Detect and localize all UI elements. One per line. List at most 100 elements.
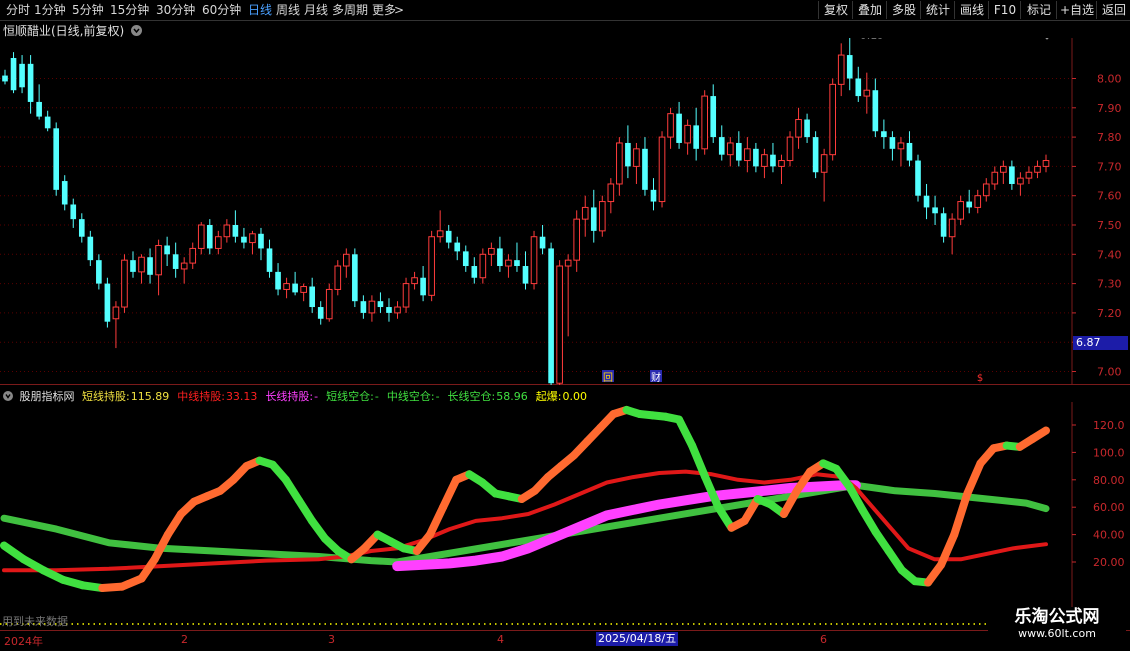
candle-body-up xyxy=(863,89,871,97)
period-tab-6[interactable]: 日线 xyxy=(248,2,272,18)
candle-body-down xyxy=(471,266,478,278)
short-hold-segment xyxy=(1028,426,1050,443)
period-tab-3[interactable]: 15分钟 xyxy=(110,2,149,18)
stock-title[interactable]: 恒顺醋业(日线,前复权) xyxy=(3,22,143,39)
candle-body-down xyxy=(19,63,25,88)
candle-body-down xyxy=(360,301,367,313)
candle-body-down xyxy=(420,277,426,296)
indicator-tick-label: 100.0 xyxy=(1093,446,1125,459)
date-label: 3 xyxy=(328,633,335,646)
candle-body-up xyxy=(215,236,222,249)
watermark-url: www.60lt.com xyxy=(1018,627,1096,640)
toolbar-action-4[interactable]: 画线 xyxy=(954,1,989,19)
chevron-down-icon[interactable] xyxy=(131,25,143,36)
candle-body-up xyxy=(897,142,905,150)
candle-body-down xyxy=(940,213,947,237)
toolbar-action-1[interactable]: 叠加 xyxy=(852,1,887,19)
candle-body-down xyxy=(266,248,273,272)
more-arrow-icon[interactable]: > xyxy=(394,2,404,18)
candle-body-up xyxy=(726,142,734,156)
period-tab-8[interactable]: 月线 xyxy=(304,2,328,18)
indicator-tick-label: 20.00 xyxy=(1093,556,1125,569)
indicator-header: 股朋指标网 短线持股:115.89 中线持股:33.13 长线持股:- 短线空仓:- 中… xyxy=(3,388,599,403)
candle-body-up xyxy=(829,83,836,156)
candle-body-up xyxy=(342,253,350,267)
date-label: 4 xyxy=(497,633,504,646)
candle-body-up xyxy=(428,236,435,296)
candle-body-up xyxy=(633,148,640,167)
candle-body-up xyxy=(189,247,197,264)
candle-body-down xyxy=(625,142,631,167)
candle-body-up xyxy=(411,277,418,285)
candle-body-up xyxy=(394,306,401,314)
toolbar-action-0[interactable]: 复权 xyxy=(818,1,853,19)
toolbar-action-7[interactable]: +自选 xyxy=(1056,1,1097,19)
current-price-tag: 6.87 xyxy=(1073,336,1128,350)
price-tick-label: 7.70 xyxy=(1097,160,1122,173)
candle-body-down xyxy=(693,125,699,149)
period-tab-1[interactable]: 1分钟 xyxy=(34,2,66,18)
candle-body-down xyxy=(718,137,725,155)
period-tab-10[interactable]: 更多 xyxy=(372,2,396,18)
candle-body-up xyxy=(974,195,982,208)
candle-body-up xyxy=(334,265,342,290)
event-marker-1: 财 xyxy=(651,371,661,384)
candle-body-up xyxy=(598,201,606,232)
candle-body-up xyxy=(607,183,615,203)
toolbar-action-5[interactable]: F10 xyxy=(988,1,1021,19)
toolbar-action-3[interactable]: 统计 xyxy=(920,1,955,19)
candle-body-up xyxy=(121,259,128,308)
candle-body-up xyxy=(684,124,691,144)
period-tab-0[interactable]: 分时 xyxy=(6,2,30,18)
period-tab-4[interactable]: 30分钟 xyxy=(156,2,195,18)
toolbar-action-2[interactable]: 多股 xyxy=(886,1,921,19)
candle-body-down xyxy=(881,131,887,138)
high-price-label: 8.15 xyxy=(860,38,885,42)
candle-body-down xyxy=(386,307,392,313)
candle-body-down xyxy=(812,137,819,173)
period-toolbar: 分时 1分钟 5分钟 15分钟 30分钟 60分钟 日线 周线 月线 多周期 更多 > 复权 叠加 多股 统计… xyxy=(0,0,1130,21)
price-tick-label: 7.90 xyxy=(1097,102,1122,115)
candle-body-down xyxy=(454,242,461,252)
candle-body-up xyxy=(744,148,751,162)
candle-body-down xyxy=(377,301,384,308)
candle-body-up xyxy=(138,256,145,273)
event-marker-2: $ xyxy=(977,373,983,384)
candle-body-up xyxy=(556,265,563,384)
candle-body-down xyxy=(889,137,896,149)
event-marker-0: 回 xyxy=(603,372,613,384)
candle-body-down xyxy=(590,207,597,231)
short-hold-segment xyxy=(425,503,448,539)
price-tick-label: 7.40 xyxy=(1097,248,1122,261)
candle-body-down xyxy=(650,189,657,202)
candle-body-up xyxy=(991,171,999,185)
period-tab-2[interactable]: 5分钟 xyxy=(72,2,104,18)
indicator-chart[interactable]: 120.0 100.0 80.00 60.00 40.00 20.00 xyxy=(0,402,1130,628)
candle-body-down xyxy=(966,201,973,208)
candle-body-down xyxy=(676,113,682,143)
candle-body-down xyxy=(770,154,776,167)
toolbar-action-8[interactable]: 返回 xyxy=(1096,1,1130,19)
candle-body-down xyxy=(522,266,529,284)
indicator-settings-icon[interactable] xyxy=(3,391,13,401)
candle-body-down xyxy=(44,116,51,129)
period-tab-7[interactable]: 周线 xyxy=(276,2,300,18)
candle-body-down xyxy=(275,271,281,290)
candle-body-up xyxy=(982,183,990,197)
period-tab-9[interactable]: 多周期 xyxy=(332,2,368,18)
future-data-hint: 用到未来数据 xyxy=(2,615,68,628)
candle-body-down xyxy=(61,181,68,205)
candle-body-down xyxy=(164,245,170,255)
stock-title-text: 恒顺醋业(日线,前复权) xyxy=(3,24,125,38)
date-axis: 2024年 2 3 4 6 2025/04/18/五 xyxy=(0,630,1130,651)
price-tick-label: 7.30 xyxy=(1097,278,1122,291)
main-price-chart[interactable]: 8.007.907.807.707.607.507.407.307.207.10… xyxy=(0,38,1130,385)
candle-body-down xyxy=(53,128,60,190)
candle-body-down xyxy=(258,233,264,249)
indicator-tick-label: 120.0 xyxy=(1093,419,1125,432)
candle-body-down xyxy=(932,207,938,214)
period-tab-5[interactable]: 60分钟 xyxy=(202,2,241,18)
toolbar-action-6[interactable]: 标记 xyxy=(1020,1,1057,19)
candle-body-up xyxy=(505,259,512,267)
short-hold-segment xyxy=(675,415,697,450)
